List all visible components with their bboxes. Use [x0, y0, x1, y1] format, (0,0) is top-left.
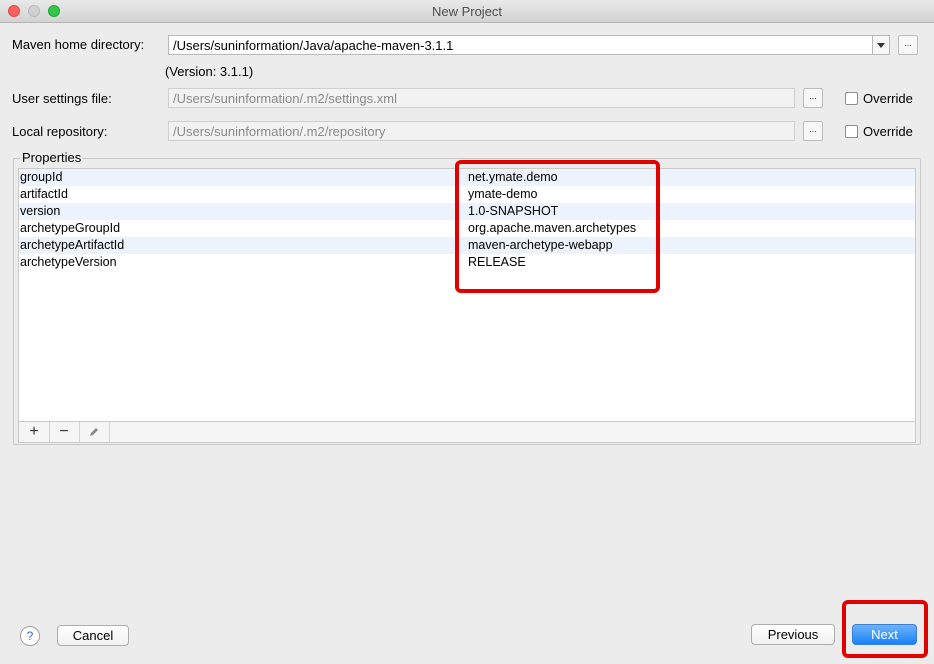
property-value[interactable]: 1.0-SNAPSHOT	[468, 204, 558, 218]
table-row[interactable]: groupId net.ymate.demo	[19, 169, 915, 186]
maven-home-browse-button[interactable]: ...	[898, 35, 918, 55]
local-repository-override-label[interactable]: Override	[863, 124, 913, 139]
remove-property-button[interactable]: −	[49, 422, 80, 442]
properties-table[interactable]: groupId net.ymate.demo artifactId ymate-…	[18, 168, 916, 422]
table-row[interactable]: archetypeVersion RELEASE	[19, 254, 915, 271]
properties-legend: Properties	[20, 150, 84, 165]
property-key: archetypeVersion	[20, 255, 117, 269]
cancel-button[interactable]: Cancel	[57, 625, 129, 646]
dropdown-arrow-icon[interactable]	[872, 36, 889, 54]
local-repository-override-checkbox[interactable]	[845, 125, 858, 138]
property-key: artifactId	[20, 187, 68, 201]
properties-toolbar: + −	[18, 422, 916, 443]
user-settings-label: User settings file:	[12, 91, 112, 106]
user-settings-override-label[interactable]: Override	[863, 91, 913, 106]
property-value[interactable]: maven-archetype-webapp	[468, 238, 613, 252]
maven-home-combobox[interactable]: /Users/suninformation/Java/apache-maven-…	[168, 35, 890, 55]
table-row[interactable]: archetypeGroupId org.apache.maven.archet…	[19, 220, 915, 237]
edit-property-button[interactable]	[79, 422, 110, 442]
property-value[interactable]: net.ymate.demo	[468, 170, 558, 184]
maven-home-value: /Users/suninformation/Java/apache-maven-…	[173, 38, 454, 53]
property-value[interactable]: org.apache.maven.archetypes	[468, 221, 636, 235]
add-property-button[interactable]: +	[19, 422, 50, 442]
property-key: groupId	[20, 170, 63, 184]
user-settings-browse-button: ...	[803, 88, 823, 108]
property-key: version	[20, 204, 61, 218]
user-settings-override-checkbox[interactable]	[845, 92, 858, 105]
title-bar: New Project	[0, 0, 934, 23]
table-row[interactable]: archetypeArtifactId maven-archetype-weba…	[19, 237, 915, 254]
property-value[interactable]: RELEASE	[468, 255, 526, 269]
property-key: archetypeArtifactId	[20, 238, 125, 252]
local-repository-browse-button: ...	[803, 121, 823, 141]
maven-home-label: Maven home directory:	[12, 37, 145, 52]
pencil-icon	[90, 427, 98, 436]
maven-version-text: (Version: 3.1.1)	[165, 64, 254, 79]
previous-button[interactable]: Previous	[751, 624, 835, 645]
window-title: New Project	[431, 4, 503, 19]
local-repository-field: /Users/suninformation/.m2/repository	[168, 121, 795, 141]
property-value[interactable]: ymate-demo	[468, 187, 537, 201]
table-row[interactable]: version 1.0-SNAPSHOT	[19, 203, 915, 220]
user-settings-field: /Users/suninformation/.m2/settings.xml	[168, 88, 795, 108]
local-repository-label: Local repository:	[12, 124, 108, 139]
property-key: archetypeGroupId	[20, 221, 121, 235]
next-button[interactable]: Next	[852, 624, 917, 645]
help-button[interactable]: ?	[20, 626, 40, 646]
table-row[interactable]: artifactId ymate-demo	[19, 186, 915, 203]
